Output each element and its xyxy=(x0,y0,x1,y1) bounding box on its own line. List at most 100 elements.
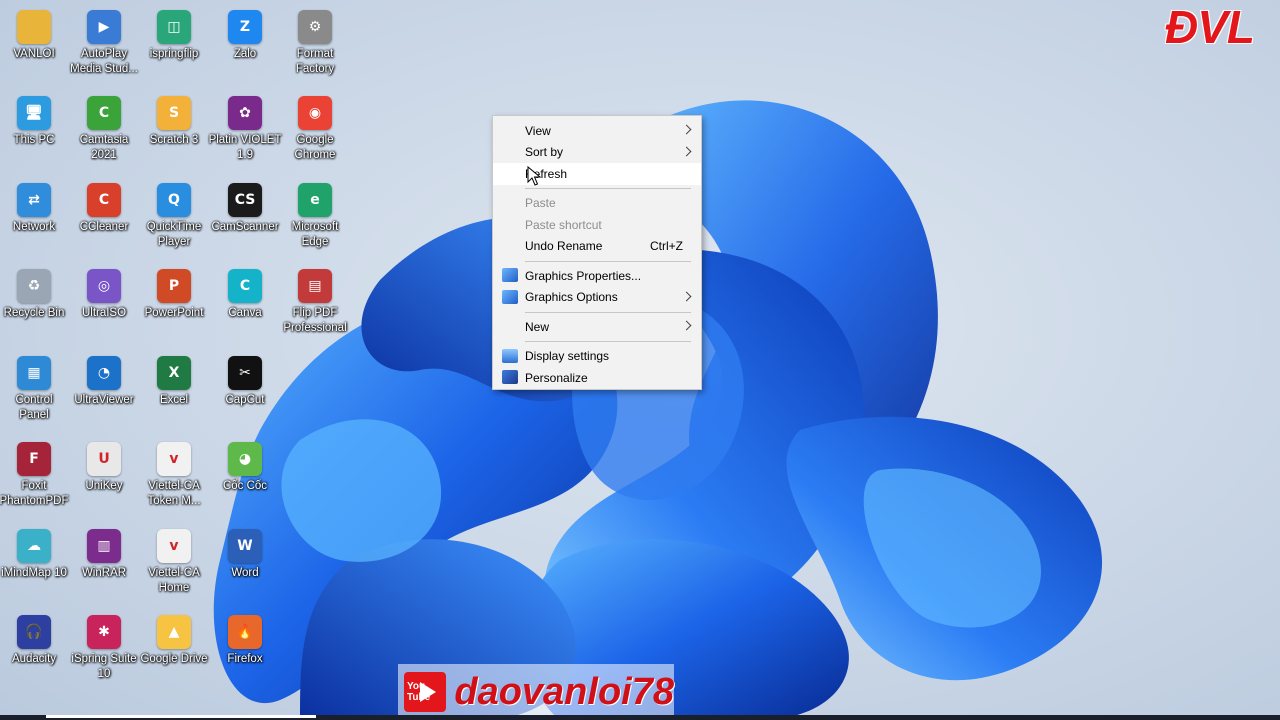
menu-item-display-settings[interactable]: Display settings xyxy=(493,346,701,368)
desktop-icon-label: iMindMap 10 xyxy=(1,567,67,579)
desktop-icon-label: Platin VIOLET 1.9 xyxy=(208,134,282,161)
computer-icon: 🖥 xyxy=(17,96,51,130)
menu-item-graphics-options[interactable]: Graphics Options xyxy=(493,287,701,309)
desktop-icon[interactable]: Z Zalo xyxy=(209,10,281,62)
desktop-icon[interactable]: ◫ ispringflip xyxy=(138,10,210,62)
camscanner-icon: CS xyxy=(228,183,262,217)
menu-item-new[interactable]: New xyxy=(493,316,701,338)
desktop-icon[interactable]: ▦ Control Panel xyxy=(0,356,70,422)
menu-item-sort-by[interactable]: Sort by xyxy=(493,142,701,164)
network-icon: ⇄ xyxy=(17,183,51,217)
desktop-icon[interactable]: ▤ Flip PDF Professional xyxy=(279,269,351,335)
google-drive-icon: ▲ xyxy=(157,615,191,649)
menu-separator xyxy=(525,188,691,189)
quicktime-icon: Q xyxy=(157,183,191,217)
folder-user-icon xyxy=(17,10,51,44)
menu-item-paste: Paste xyxy=(493,193,701,215)
desktop-icon-label: QuickTime Player xyxy=(146,221,202,248)
menu-item-label: New xyxy=(525,319,550,334)
youtube-logo-icon: You Tube xyxy=(404,672,447,712)
desktop-icon[interactable]: U UniKey xyxy=(68,442,140,494)
desktop-icon[interactable]: Q QuickTime Player xyxy=(138,183,210,249)
chevron-right-icon xyxy=(681,124,692,135)
capcut-icon: ✂ xyxy=(228,356,262,390)
chevron-right-icon xyxy=(681,146,692,156)
desktop-icon-label: WinRAR xyxy=(81,567,127,579)
ccleaner-icon: C xyxy=(87,183,121,217)
desktop-icon[interactable]: ▥ WinRAR xyxy=(68,529,140,581)
menu-item-label: Graphics Options xyxy=(525,290,618,305)
menu-item-refresh[interactable]: Refresh xyxy=(493,163,701,185)
desktop-icon-label: Canva xyxy=(228,307,262,319)
desktop-icon[interactable]: ⇄ Network xyxy=(0,183,70,235)
desktop-icon[interactable]: P PowerPoint xyxy=(138,269,210,321)
desktop-icon[interactable]: W Word xyxy=(209,529,281,581)
flip-pdf-icon: ▤ xyxy=(298,269,332,303)
desktop-icon[interactable]: 🔥 Firefox xyxy=(209,615,281,667)
personalize-icon xyxy=(502,370,518,384)
camtasia-icon: C xyxy=(87,96,121,130)
brand-watermark: ĐVL xyxy=(1165,1,1255,53)
desktop-icon-label: Recycle Bin xyxy=(3,307,65,319)
desktop-icon[interactable]: ▲ Google Drive xyxy=(138,615,210,667)
ultraviewer-icon: ◔ xyxy=(87,356,121,390)
chrome-icon: ◉ xyxy=(298,96,332,130)
desktop-icon[interactable]: ♻ Recycle Bin xyxy=(0,269,70,321)
desktop-icon[interactable]: ◔ UltraViewer xyxy=(68,356,140,408)
desktop-icon-label: AutoPlay Media Stud... xyxy=(70,48,138,75)
desktop-icon-label: Control Panel xyxy=(15,394,53,421)
taskbar-highlight xyxy=(46,715,316,718)
word-icon: W xyxy=(228,529,262,563)
desktop-icon-label: Flip PDF Professional xyxy=(283,307,347,334)
canva-icon: C xyxy=(228,269,262,303)
desktop-icon[interactable]: ▶ AutoPlay Media Stud... xyxy=(68,10,140,76)
desktop-icon[interactable]: ◉ Google Chrome xyxy=(279,96,351,162)
desktop-icon[interactable]: v Viettel-CA Token M... xyxy=(138,442,210,508)
menu-item-personalize[interactable]: Personalize xyxy=(493,367,701,389)
ultraiso-icon: ◎ xyxy=(87,269,121,303)
desktop-icon[interactable]: ◎ UltraISO xyxy=(68,269,140,321)
desktop-icon-label: Zalo xyxy=(233,48,257,60)
desktop-icon[interactable]: S Scratch 3 xyxy=(138,96,210,148)
desktop-icon-label: ispringflip xyxy=(149,48,199,60)
desktop-icon-label: CapCut xyxy=(225,394,265,406)
desktop-icon-label: Viettel-CA Home xyxy=(148,567,200,594)
desktop-icon[interactable]: ✱ iSpring Suite 10 xyxy=(68,615,140,681)
powerpoint-icon: P xyxy=(157,269,191,303)
desktop-icon[interactable]: C Camtasia 2021 xyxy=(68,96,140,162)
desktop-icon-label: Microsoft Edge xyxy=(291,221,339,248)
desktop-icon-label: Excel xyxy=(159,394,189,406)
play-icon xyxy=(420,682,437,702)
desktop-icon-label: Camtasia 2021 xyxy=(79,134,129,161)
desktop-icon[interactable]: ☁ iMindMap 10 xyxy=(0,529,70,581)
desktop-icon-label: iSpring Suite 10 xyxy=(71,653,137,680)
coccoc-icon: ◕ xyxy=(228,442,262,476)
menu-separator xyxy=(525,311,691,313)
desktop-icon[interactable]: e Microsoft Edge xyxy=(279,183,351,249)
menu-item-view[interactable]: View xyxy=(493,120,701,142)
menu-item-label: Sort by xyxy=(525,145,564,160)
menu-item-label: Graphics Properties... xyxy=(525,268,642,283)
menu-separator xyxy=(525,260,691,262)
desktop-icon-label: Network xyxy=(12,221,56,233)
winrar-icon: ▥ xyxy=(87,529,121,563)
desktop-icon[interactable]: ⚙ Format Factory xyxy=(279,10,351,76)
menu-item-undo-rename[interactable]: Undo Rename Ctrl+Z xyxy=(493,236,701,258)
desktop-icon[interactable]: CS CamScanner xyxy=(209,183,281,235)
desktop-icon[interactable]: v Viettel-CA Home xyxy=(138,529,210,595)
desktop-icon[interactable]: ✿ Platin VIOLET 1.9 xyxy=(209,96,281,162)
menu-item-paste-shortcut: Paste shortcut xyxy=(493,214,701,236)
desktop-icon[interactable]: VANLOI xyxy=(0,10,70,62)
desktop-icon[interactable]: ◕ Cốc Cốc xyxy=(209,442,281,494)
desktop-icon[interactable]: C Canva xyxy=(209,269,281,321)
format-factory-icon: ⚙ xyxy=(298,10,332,44)
desktop-icon[interactable]: 🎧 Audacity xyxy=(0,615,70,667)
desktop-icon-label: CCleaner xyxy=(79,221,129,233)
desktop-icon[interactable]: 🖥 This PC xyxy=(0,96,70,148)
desktop-icon[interactable]: ✂ CapCut xyxy=(209,356,281,408)
desktop-icon[interactable]: F Foxit PhantomPDF xyxy=(0,442,70,508)
menu-item-label: View xyxy=(525,123,551,138)
menu-item-graphics-properties[interactable]: Graphics Properties... xyxy=(493,265,701,287)
desktop-icon[interactable]: C CCleaner xyxy=(68,183,140,235)
desktop-icon[interactable]: X Excel xyxy=(138,356,210,408)
